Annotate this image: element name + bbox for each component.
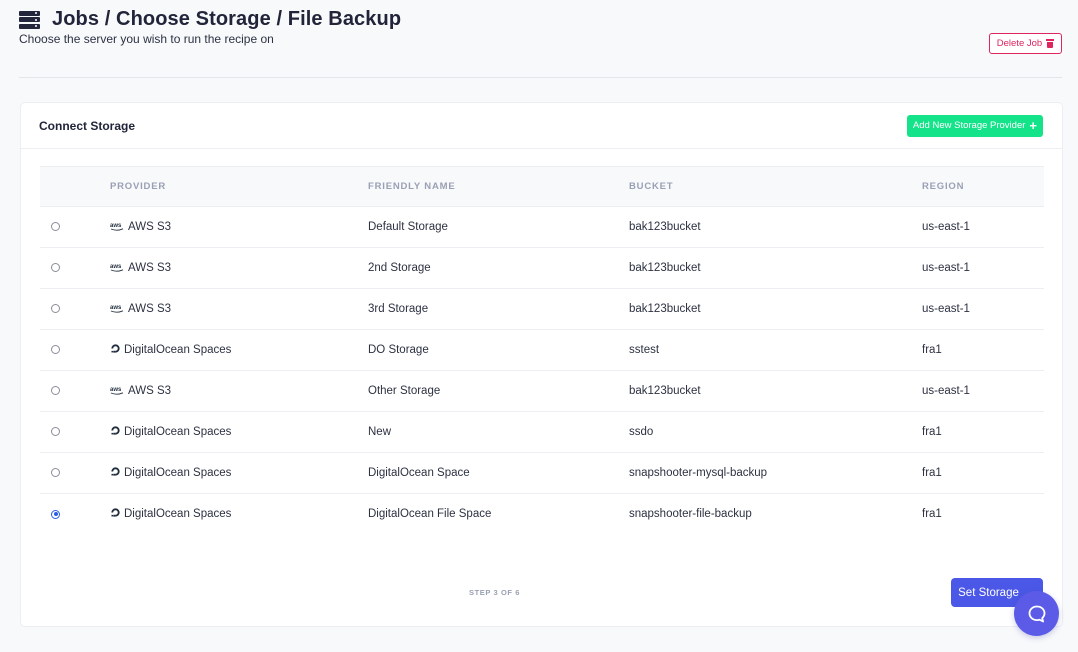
provider-name: AWS S3 bbox=[128, 385, 172, 397]
provider-name: AWS S3 bbox=[128, 221, 172, 233]
add-storage-provider-label: Add New Storage Provider bbox=[912, 120, 1026, 131]
provider-cell: aws AWS S3 bbox=[110, 221, 368, 234]
provider-cell: DigitalOcean Spaces bbox=[110, 343, 368, 357]
page-subtitle: Choose the server you wish to run the re… bbox=[19, 32, 274, 46]
provider-name: DigitalOcean Spaces bbox=[124, 426, 232, 438]
provider-name: DigitalOcean Spaces bbox=[124, 467, 232, 479]
storage-radio[interactable] bbox=[51, 345, 60, 355]
storage-radio[interactable] bbox=[51, 468, 60, 478]
bucket-cell: sstest bbox=[629, 344, 660, 356]
trash-icon bbox=[1046, 39, 1055, 48]
provider-name: AWS S3 bbox=[128, 262, 172, 274]
storage-radio[interactable] bbox=[51, 263, 60, 273]
storage-table: Provider Friendly Name Bucket Region aws… bbox=[40, 166, 1044, 535]
friendly-name-cell: Other Storage bbox=[368, 385, 441, 397]
digitalocean-icon bbox=[110, 507, 121, 521]
friendly-name-cell: 2nd Storage bbox=[368, 262, 431, 274]
column-provider: Provider bbox=[110, 166, 368, 207]
bucket-cell: bak123bucket bbox=[629, 385, 701, 397]
chat-bubble-icon bbox=[1028, 605, 1045, 622]
svg-text:aws: aws bbox=[110, 264, 122, 270]
aws-icon: aws bbox=[110, 385, 125, 398]
server-stack-icon bbox=[19, 10, 40, 29]
svg-text:aws: aws bbox=[110, 305, 122, 311]
friendly-name-cell: DigitalOcean File Space bbox=[368, 508, 492, 521]
provider-cell: DigitalOcean Spaces bbox=[110, 466, 368, 480]
add-storage-provider-button[interactable]: Add New Storage Provider + bbox=[906, 114, 1043, 137]
provider-cell: aws AWS S3 bbox=[110, 262, 368, 275]
title-row: Jobs / Choose Storage / File Backup bbox=[19, 8, 1062, 31]
storage-radio[interactable] bbox=[51, 427, 60, 437]
storage-radio[interactable] bbox=[51, 222, 60, 232]
friendly-name-cell: DigitalOcean Space bbox=[368, 467, 470, 479]
delete-job-button[interactable]: Delete Job bbox=[989, 33, 1062, 54]
storage-radio[interactable] bbox=[51, 386, 60, 396]
bucket-cell: bak123bucket bbox=[629, 303, 701, 315]
table-row[interactable]: DigitalOcean Spaces DO Storage sstest fra1 bbox=[40, 330, 1044, 371]
region-cell: us-east-1 bbox=[922, 385, 970, 397]
card-header: Connect Storage Add New Storage Provider… bbox=[21, 103, 1062, 149]
chat-support-button[interactable] bbox=[1014, 591, 1059, 636]
header-divider bbox=[19, 77, 1062, 78]
provider-cell: aws AWS S3 bbox=[110, 385, 368, 398]
provider-cell: aws AWS S3 bbox=[110, 303, 368, 316]
column-region: Region bbox=[922, 166, 1044, 207]
table-row[interactable]: DigitalOcean Spaces DigitalOcean File Spa… bbox=[40, 494, 1044, 535]
region-cell: fra1 bbox=[922, 426, 942, 438]
table-row[interactable]: DigitalOcean Spaces DigitalOcean Space sna… bbox=[40, 453, 1044, 494]
region-cell: fra1 bbox=[922, 344, 942, 356]
bucket-cell: snapshooter-mysql-backup bbox=[629, 467, 768, 479]
digitalocean-icon bbox=[110, 425, 121, 439]
friendly-name-cell: New bbox=[368, 426, 392, 438]
step-indicator: STEP 3 OF 6 bbox=[468, 588, 521, 597]
digitalocean-icon bbox=[110, 466, 121, 480]
digitalocean-icon bbox=[110, 343, 121, 357]
aws-icon: aws bbox=[110, 221, 125, 234]
column-bucket: Bucket bbox=[629, 166, 922, 207]
friendly-name-cell: Default Storage bbox=[368, 221, 448, 233]
bucket-cell: bak123bucket bbox=[629, 221, 701, 233]
friendly-name-cell: 3rd Storage bbox=[368, 303, 429, 315]
table-row[interactable]: aws AWS S3 2nd Storage bak123bucket us-east-… bbox=[40, 248, 1044, 289]
region-cell: us-east-1 bbox=[922, 262, 970, 274]
column-friendly-name: Friendly Name bbox=[368, 166, 629, 207]
table-row[interactable]: aws AWS S3 Default Storage bak123bucket us-e… bbox=[40, 207, 1044, 248]
provider-name: DigitalOcean Spaces bbox=[124, 344, 232, 356]
bucket-cell: bak123bucket bbox=[629, 262, 701, 274]
region-cell: us-east-1 bbox=[922, 303, 970, 315]
table-row[interactable]: DigitalOcean Spaces New ssdo fra1 bbox=[40, 412, 1044, 453]
provider-name: AWS S3 bbox=[128, 303, 172, 315]
delete-job-label: Delete Job bbox=[996, 38, 1043, 49]
provider-cell: DigitalOcean Spaces bbox=[110, 425, 368, 439]
aws-icon: aws bbox=[110, 262, 125, 275]
provider-name: DigitalOcean Spaces bbox=[124, 508, 232, 521]
svg-text:aws: aws bbox=[110, 223, 122, 229]
storage-radio[interactable] bbox=[51, 509, 60, 519]
plus-icon: + bbox=[1029, 118, 1037, 133]
provider-cell: DigitalOcean Spaces bbox=[110, 507, 368, 521]
table-header-row: Provider Friendly Name Bucket Region bbox=[40, 166, 1044, 207]
page-title: Jobs / Choose Storage / File Backup bbox=[52, 8, 402, 30]
bucket-cell: snapshooter-file-backup bbox=[629, 508, 752, 521]
table-row[interactable]: aws AWS S3 Other Storage bak123bucket us-eas… bbox=[40, 371, 1044, 412]
storage-radio[interactable] bbox=[51, 304, 60, 314]
region-cell: fra1 bbox=[922, 467, 942, 479]
bucket-cell: ssdo bbox=[629, 426, 654, 438]
set-storage-label: Set Storage bbox=[958, 586, 1019, 599]
connect-storage-card: Connect Storage Add New Storage Provider… bbox=[20, 102, 1063, 627]
table-row[interactable]: aws AWS S3 3rd Storage bak123bucket us-east-… bbox=[40, 289, 1044, 330]
friendly-name-cell: DO Storage bbox=[368, 344, 429, 356]
card-title: Connect Storage bbox=[39, 118, 136, 133]
region-cell: us-east-1 bbox=[922, 221, 970, 233]
aws-icon: aws bbox=[110, 303, 125, 316]
page-header: Jobs / Choose Storage / File Backup Choo… bbox=[19, 8, 1062, 46]
svg-text:aws: aws bbox=[110, 387, 122, 393]
region-cell: fra1 bbox=[922, 508, 942, 521]
